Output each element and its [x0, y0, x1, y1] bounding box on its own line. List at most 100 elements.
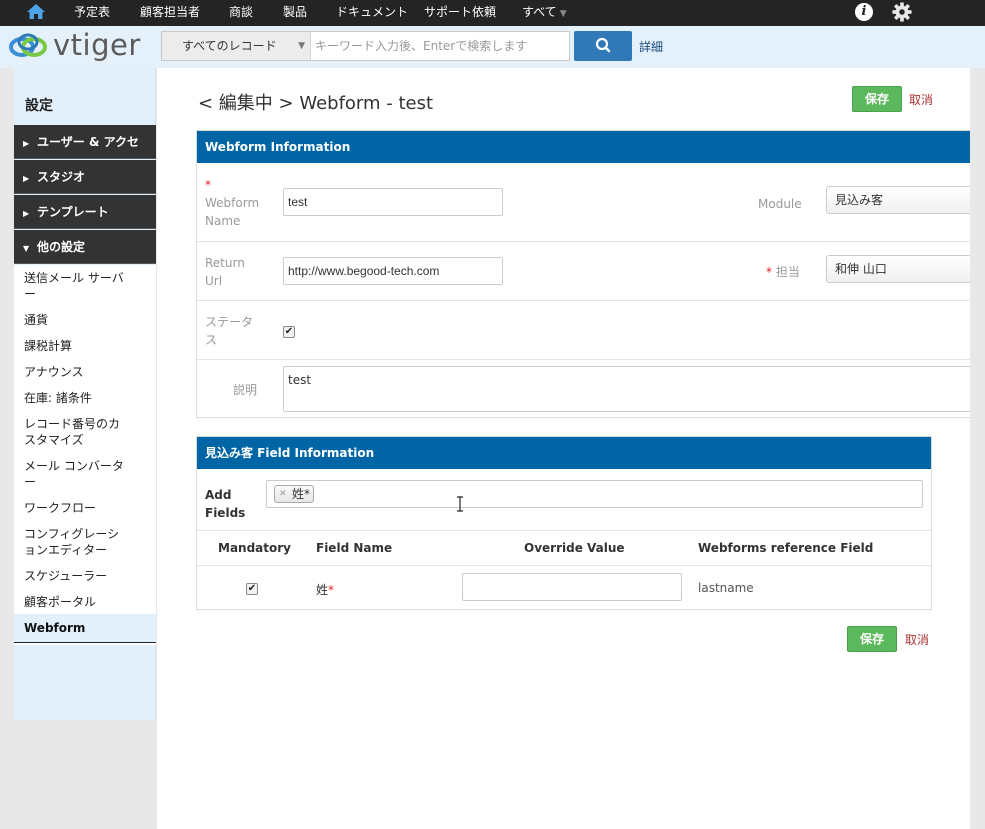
caret-right-icon: ▶ — [23, 209, 30, 218]
sidebar-submenu: 送信メール サーバー 通貨 課税計算 アナウンス 在庫: 諸条件 レコード番号の… — [14, 265, 156, 645]
webform-name-label: * Webform Name — [205, 176, 265, 230]
field-info-panel: 見込み客 Field Information Add Fields ✕ 姓* M… — [196, 436, 932, 610]
field-name-cell: 姓* — [316, 581, 334, 598]
module-select[interactable]: 見込み客 — [826, 186, 985, 214]
sidebar-item-workflow[interactable]: ワークフロー — [24, 500, 124, 516]
selected-field-tag[interactable]: ✕ 姓* — [274, 485, 315, 503]
required-marker: * — [328, 583, 335, 597]
menu-opportunities[interactable]: 商談 — [229, 0, 253, 26]
sidebar-item-record-numbering[interactable]: レコード番号のカスタマイズ — [24, 416, 124, 448]
sidebar-item-inventory-terms[interactable]: 在庫: 諸条件 — [24, 390, 124, 406]
required-marker: * — [766, 265, 776, 279]
settings-sidebar: 設定 ▶ ユーザー & アクセ ▶ スタジオ ▶ テンプレート ▼ 他の設定 送信メール… — [14, 68, 156, 720]
column-field-name: Field Name — [316, 541, 393, 555]
selected-field-tag-label: 姓* — [292, 487, 311, 501]
sidebar-item-mail-converter[interactable]: メール コンバーター — [24, 458, 124, 490]
menu-contacts[interactable]: 顧客担当者 — [140, 0, 200, 26]
webform-name-label-text: Webform Name — [205, 196, 260, 228]
row-divider — [197, 530, 931, 531]
reference-field-cell: lastname — [698, 581, 754, 595]
sidebar-item-currency[interactable]: 通貨 — [24, 312, 124, 328]
page-title: < 編集中 > Webform - test — [198, 93, 434, 114]
save-button-bottom[interactable]: 保存 — [847, 626, 897, 652]
logo-text: vtiger — [53, 28, 141, 62]
field-info-heading: 見込み客 Field Information — [197, 437, 931, 469]
gear-icon[interactable] — [891, 1, 913, 23]
advanced-search-link[interactable]: 詳細 — [639, 38, 663, 55]
sidebar-section-label: テンプレート — [37, 205, 109, 219]
cancel-link-bottom[interactable]: 取消 — [905, 631, 929, 648]
sidebar-item-tax[interactable]: 課税計算 — [24, 338, 124, 354]
sidebar-section-users[interactable]: ▶ ユーザー & アクセ — [14, 125, 156, 159]
owner-select[interactable]: 和伸 山口 — [826, 255, 985, 283]
owner-label: * 担当 — [766, 263, 800, 281]
remove-tag-icon[interactable]: ✕ — [279, 486, 287, 502]
menu-documents[interactable]: ドキュメント — [336, 0, 408, 26]
add-fields-select[interactable]: ✕ 姓* — [266, 480, 923, 508]
text-cursor-icon — [457, 496, 463, 512]
search-header: vtiger すべてのレコード ▼ 詳細 — [0, 26, 985, 68]
search-input[interactable] — [312, 32, 569, 60]
top-menu-bar: 予定表 顧客担当者 商談 製品 ドキュメント サポート依頼 すべて ▼ i — [0, 0, 985, 26]
row-divider — [197, 565, 931, 566]
menu-calendar[interactable]: 予定表 — [74, 0, 110, 26]
description-textarea[interactable]: test — [283, 366, 985, 412]
column-mandatory: Mandatory — [218, 541, 291, 555]
required-marker: * — [205, 178, 211, 192]
menu-products[interactable]: 製品 — [283, 0, 307, 26]
mandatory-checkbox[interactable]: ✔ — [246, 583, 258, 595]
menu-all-label: すべて — [522, 5, 557, 19]
sidebar-section-label: スタジオ — [37, 170, 86, 184]
return-url-label: Return Url — [205, 256, 245, 288]
search-scope-select[interactable]: すべてのレコード ▼ — [162, 32, 311, 60]
sidebar-item-config-editor[interactable]: コンフィグレーションエディター — [24, 526, 124, 558]
field-name-text: 姓 — [316, 583, 329, 597]
page-gutter — [970, 68, 985, 829]
search-button[interactable] — [574, 31, 632, 61]
webform-info-heading: Webform Information — [197, 131, 985, 163]
sidebar-item-webform[interactable]: Webform — [14, 614, 156, 643]
logo-mark-icon — [9, 33, 47, 57]
home-icon[interactable] — [26, 2, 46, 22]
sidebar-section-studio[interactable]: ▶ スタジオ — [14, 160, 156, 194]
search-scope-value: すべてのレコード — [182, 39, 277, 53]
global-search: すべてのレコード ▼ — [161, 31, 570, 61]
sidebar-item-customer-portal[interactable]: 顧客ポータル — [24, 594, 124, 610]
sidebar-section-label: ユーザー & アクセ — [37, 135, 139, 149]
sidebar-section-label: 他の設定 — [37, 240, 86, 254]
webform-name-input[interactable] — [283, 188, 503, 216]
sidebar-item-scheduler[interactable]: スケジューラー — [24, 568, 124, 584]
save-button-top[interactable]: 保存 — [852, 86, 902, 112]
search-icon — [595, 37, 611, 53]
menu-all[interactable]: すべて ▼ — [522, 0, 567, 26]
override-value-input[interactable] — [462, 573, 682, 601]
sidebar-item-announcement[interactable]: アナウンス — [24, 364, 124, 380]
main-content: < 編集中 > Webform - test 保存 取消 Webform Inf… — [157, 68, 985, 829]
caret-right-icon: ▶ — [23, 139, 30, 148]
sidebar-section-other[interactable]: ▼ 他の設定 — [14, 230, 156, 264]
module-label: Module — [758, 197, 802, 211]
webform-info-panel: Webform Information * Webform Name Module… — [196, 130, 985, 418]
info-icon[interactable]: i — [855, 3, 873, 21]
row-divider — [197, 359, 985, 360]
cancel-link-top[interactable]: 取消 — [909, 91, 933, 108]
vtiger-logo[interactable]: vtiger — [8, 28, 153, 64]
owner-label-text: 担当 — [775, 265, 800, 279]
menu-tickets[interactable]: サポート依頼 — [424, 0, 496, 26]
sidebar-section-templates[interactable]: ▶ テンプレート — [14, 195, 156, 229]
add-fields-label: Add Fields — [205, 488, 246, 520]
caret-right-icon: ▶ — [23, 174, 30, 183]
column-reference-field: Webforms reference Field — [698, 541, 874, 555]
status-label: ステータス — [205, 315, 254, 347]
caret-down-icon: ▼ — [23, 244, 30, 253]
description-label: 説明 — [233, 383, 258, 397]
return-url-input[interactable] — [283, 257, 503, 285]
row-divider — [197, 241, 985, 242]
chevron-down-icon: ▼ — [298, 41, 305, 51]
sidebar-item-outgoing-server[interactable]: 送信メール サーバー — [24, 270, 124, 302]
column-override-value: Override Value — [524, 541, 625, 555]
chevron-down-icon: ▼ — [559, 9, 567, 19]
row-divider — [197, 300, 985, 301]
status-checkbox[interactable]: ✔ — [283, 326, 295, 338]
sidebar-title: 設定 — [25, 98, 53, 114]
